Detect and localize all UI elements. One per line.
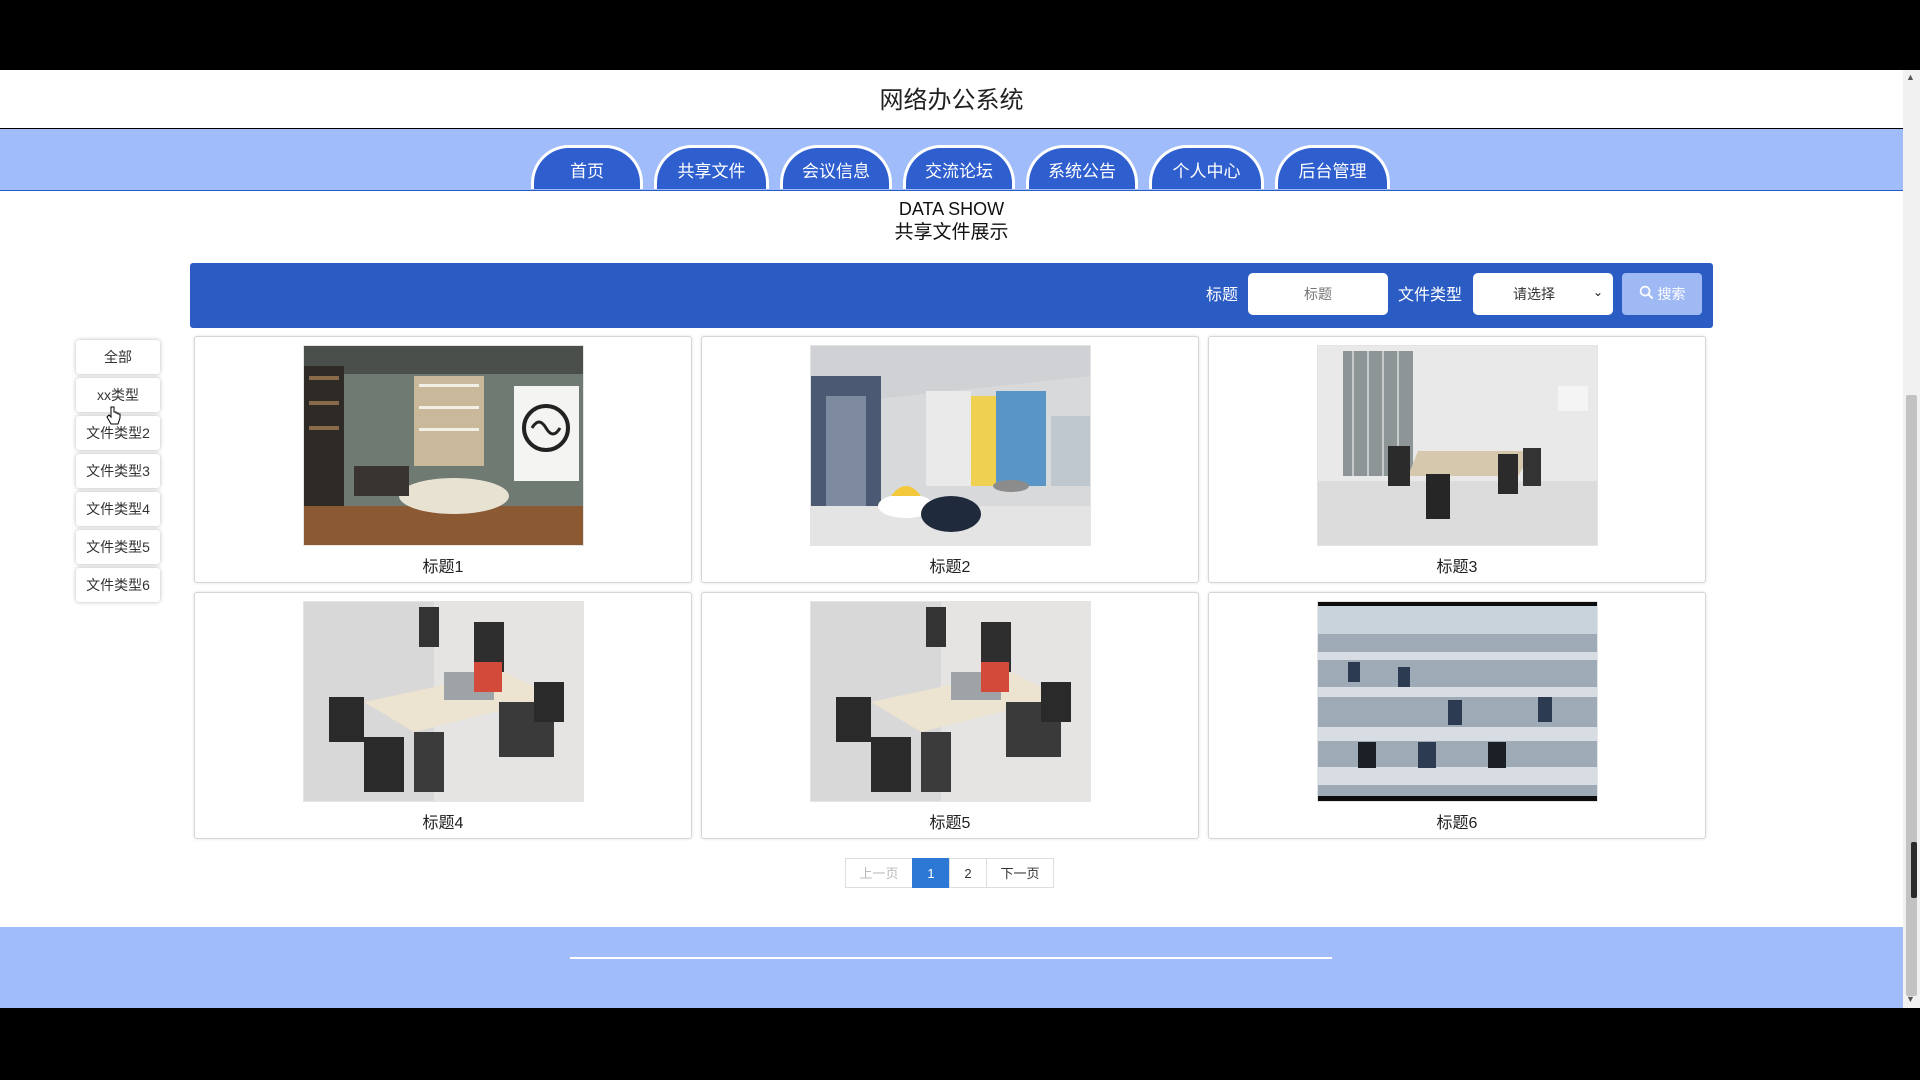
mouse-cursor-icon [106, 406, 122, 426]
nav-admin[interactable]: 后台管理 [1275, 145, 1390, 189]
file-title: 标题2 [929, 559, 971, 576]
footer [0, 927, 1903, 1008]
footer-divider [570, 957, 1332, 959]
category-type3[interactable]: 文件类型3 [76, 454, 160, 488]
scroll-up-icon[interactable]: ▲ [1906, 72, 1915, 82]
page: 网络办公系统 首页 共享文件 会议信息 交流论坛 系统公告 个人中心 后台管理 … [0, 70, 1903, 1008]
page-2-button[interactable]: 2 [949, 858, 987, 888]
page-1-button[interactable]: 1 [912, 858, 950, 888]
nav-announcements[interactable]: 系统公告 [1026, 145, 1138, 189]
search-button-label: 搜索 [1657, 286, 1686, 302]
file-card[interactable]: 标题2 [701, 336, 1199, 583]
file-title: 标题6 [1436, 815, 1478, 832]
file-grid: 标题1 标题2 标题3 标题4 标题5 标题6 [194, 336, 1710, 839]
main-nav: 首页 共享文件 会议信息 交流论坛 系统公告 个人中心 后台管理 [0, 129, 1903, 191]
file-type-select[interactable]: 请选择 ⌄ [1473, 273, 1613, 315]
category-sidebar: 全部 xx类型 文件类型2 文件类型3 文件类型4 文件类型5 文件类型6 [76, 340, 160, 606]
file-thumbnail [1317, 345, 1598, 546]
type-label: 文件类型 [1398, 287, 1463, 304]
nav-shared-files[interactable]: 共享文件 [654, 145, 769, 189]
file-title: 标题3 [1436, 559, 1478, 576]
scroll-down-icon[interactable]: ▼ [1906, 994, 1915, 1004]
file-title: 标题4 [422, 815, 464, 832]
section-heading: DATA SHOW 共享文件展示 [0, 197, 1903, 245]
heading-zh: 共享文件展示 [894, 222, 1009, 243]
category-type6[interactable]: 文件类型6 [76, 568, 160, 602]
search-button[interactable]: 搜索 [1622, 273, 1702, 315]
search-icon [1639, 285, 1654, 303]
nav-forum[interactable]: 交流论坛 [903, 145, 1015, 189]
heading-en: DATA SHOW [898, 199, 1005, 219]
scrollbar-thumb[interactable] [1906, 395, 1917, 996]
pagination: 上一页 1 2 下一页 [845, 858, 1054, 888]
file-card[interactable]: 标题5 [701, 592, 1199, 839]
file-thumbnail [810, 345, 1091, 546]
file-thumbnail [303, 601, 584, 802]
prev-page-button[interactable]: 上一页 [845, 858, 913, 888]
file-card[interactable]: 标题6 [1208, 592, 1706, 839]
site-title: 网络办公系统 [0, 70, 1903, 129]
file-card[interactable]: 标题4 [194, 592, 692, 839]
file-thumbnail [303, 345, 584, 546]
chevron-down-icon: ⌄ [1592, 285, 1603, 299]
category-type4[interactable]: 文件类型4 [76, 492, 160, 526]
category-type5[interactable]: 文件类型5 [76, 530, 160, 564]
file-title: 标题5 [929, 815, 971, 832]
next-page-button[interactable]: 下一页 [986, 858, 1054, 888]
nav-meetings[interactable]: 会议信息 [780, 145, 892, 189]
file-card[interactable]: 标题1 [194, 336, 692, 583]
title-label: 标题 [1206, 287, 1239, 304]
file-thumbnail [1317, 601, 1598, 802]
file-type-selected: 请选择 [1513, 286, 1555, 302]
file-card[interactable]: 标题3 [1208, 336, 1706, 583]
scroll-marker [1911, 842, 1917, 898]
file-title: 标题1 [422, 559, 464, 576]
nav-personal-center[interactable]: 个人中心 [1149, 145, 1264, 189]
nav-home[interactable]: 首页 [531, 145, 643, 189]
category-all[interactable]: 全部 [76, 340, 160, 374]
title-search-input[interactable] [1248, 273, 1388, 315]
file-thumbnail [810, 601, 1091, 802]
search-bar: 标题 文件类型 请选择 ⌄ 搜索 [190, 263, 1713, 328]
